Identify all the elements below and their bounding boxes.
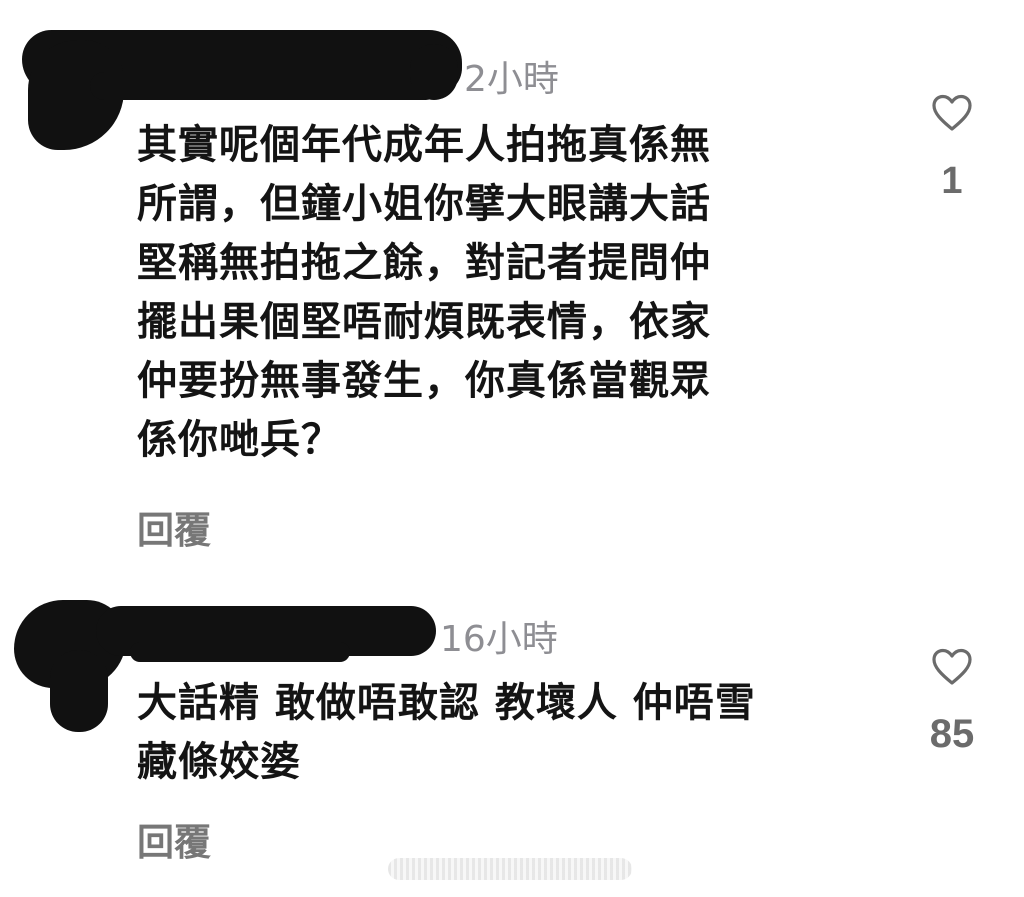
comment-item: 16小時 大話精 敢做唔敢認 教壞人 仲唔雪 藏條姣婆 回覆 85 (0, 590, 1024, 890)
comment-time: 16小時 (440, 619, 558, 660)
comment-item: 2小時 其實呢個年代成年人拍拖真係無 所謂，但鐘小姐你擘大眼講大話 堅稱無拍拖之… (0, 0, 1024, 580)
comment-text: 大話精 敢做唔敢認 教壞人 仲唔雪 藏條姣婆 (137, 680, 756, 785)
comment-text: 其實呢個年代成年人拍拖真係無 所謂，但鐘小姐你擘大眼講大話 堅稱無拍拖之餘，對記… (137, 122, 711, 463)
like-button[interactable]: 85 (917, 648, 987, 757)
like-count: 1 (941, 160, 963, 202)
comment-time: 2小時 (464, 59, 559, 100)
like-count: 85 (929, 712, 975, 756)
reply-button[interactable]: 回覆 (137, 500, 211, 554)
reply-button[interactable]: 回覆 (137, 812, 211, 866)
horizontal-scroll-indicator (388, 858, 632, 880)
heart-outline-icon (917, 648, 987, 686)
like-button[interactable]: 1 (917, 94, 987, 203)
heart-outline-icon (917, 94, 987, 132)
